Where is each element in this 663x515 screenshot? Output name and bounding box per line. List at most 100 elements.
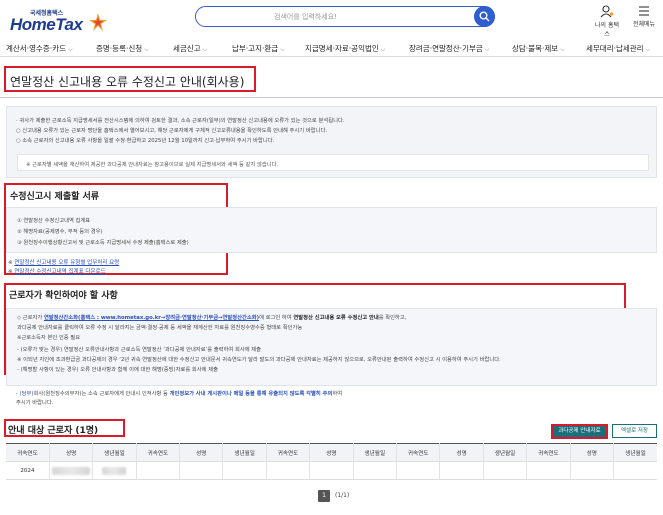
column-header: 생년월일: [613, 443, 657, 462]
check-line: ※ 이되년 지인에 조과환급금 과다공제의 경우 ‘2년 귀속 연말정산에 대한…: [17, 357, 501, 363]
column-header: 성명: [570, 443, 614, 462]
nav-item-payment[interactable]: 납부·고지·환급 ⌵: [232, 43, 285, 54]
check-box: ◇ 근로자가 연말정산간소화(홈택스 : www.hometax.go.kr→장…: [6, 308, 657, 386]
hamburger-icon: [639, 6, 649, 16]
user-icon: [600, 5, 614, 18]
excel-save-button[interactable]: 엑셀로 저장: [612, 424, 657, 438]
column-header: 성명: [309, 443, 354, 462]
column-header: 귀속연도: [396, 443, 441, 462]
check-title: 근로자가 확인하여야 할 사항: [9, 291, 118, 301]
column-header: 귀속연도: [136, 443, 181, 462]
docs-title: 수정신고시 제출할 서류: [10, 192, 100, 202]
check-line: ※근로소득자 본인 인증 필요: [17, 335, 81, 341]
table-cell: [483, 461, 528, 480]
header: 국세청홈택스 HomeTax 검색어를 입력하세요! 나의 홈택스 전체메뉴: [0, 0, 663, 38]
table-cell: [570, 461, 614, 480]
notice-line: ○ 소속 근로자의 신고내용 오류 사항을 일괄 수정·환급하고 2025년 1…: [16, 138, 275, 144]
logo-text: HomeTax: [10, 15, 83, 34]
column-header: 성명: [179, 443, 224, 462]
docs-item: ① 연말정산 수정신고내역 집계표: [17, 218, 91, 224]
chevron-down-icon: ⌵: [202, 46, 208, 53]
over-deduction-guide-button[interactable]: 과다공제 안내자료: [551, 424, 608, 439]
hometax-simplified-link[interactable]: 연말정산간소화(홈택스 : www.hometax.go.kr→장려금·연말정산…: [44, 315, 259, 321]
guide-link-line: ※ 연말정산 신고내용 오류 유형별 업무처리 요령: [8, 258, 119, 266]
nav-label: 세금신고: [173, 44, 201, 53]
search-button[interactable]: [474, 6, 495, 27]
nav-label: 상담·불복·제보: [512, 44, 559, 53]
table-cell: [222, 461, 267, 480]
nav-label: 세무대리·납세관리: [586, 44, 644, 53]
nav-label: 계산서·영수증·카드: [6, 44, 66, 53]
check-text: 에 로그인 하여: [259, 315, 294, 321]
table-cell: [136, 461, 181, 480]
nav-item-certificates[interactable]: 증명·등록·신청 ⌵: [96, 43, 149, 54]
warning-text: 회사(원천징수의무자)는 소속 근로자에게 안내시 인적사항 등: [33, 391, 170, 397]
check-emphasis: 연말정산 신고내용 오류 수정신고 안내: [293, 315, 379, 321]
check-text: ◇ 근로자가: [17, 315, 44, 321]
docs-item: ② 해명자료(공제영수, 부적 등의 경우): [17, 229, 103, 235]
nav-item-consult[interactable]: 상담·불복·제보 ⌵: [512, 43, 565, 54]
column-header: 생년월일: [92, 443, 137, 462]
nav-item-year-end[interactable]: 장려금·연말정산·기부금 ⌵: [409, 43, 489, 54]
workers-title: 안내 대상 근로자 (1명): [8, 426, 99, 436]
nav-item-receipts[interactable]: 계산서·영수증·카드 ⌵: [6, 43, 73, 54]
page-1-button[interactable]: 1: [318, 490, 330, 502]
column-header: 성명: [49, 443, 94, 462]
nav-item-tax-return[interactable]: 세금신고 ⌵: [173, 43, 207, 54]
my-hometax-button[interactable]: 나의 홈택스: [593, 5, 621, 38]
nav-item-agent[interactable]: 세무대리·납세관리 ⌵: [586, 43, 650, 54]
search-input[interactable]: 검색어를 입력하세요!: [274, 12, 337, 22]
docs-item: ③ 원천징수이행상황신고서 및 근로소득 지급명세서 수정 제출(홈택스로 제출…: [17, 240, 189, 246]
all-menu-button[interactable]: 전체메뉴: [630, 5, 658, 28]
nav-label: 납부·고지·환급: [232, 44, 279, 53]
warning-line: - (당부)회사(원천징수의무자)는 소속 근로자에게 안내시 인적사항 등 개…: [16, 389, 342, 397]
check-line: - (해명할 사항이 있는 경우) 오류 안내사항과 함께 이에 대한 해명(증…: [17, 367, 218, 373]
page-title-box: 연말정산 신고내용 오류 수정신고 안내(회사용): [4, 66, 256, 92]
main-navigation: 계산서·영수증·카드 ⌵ 증명·등록·신청 ⌵ 세금신고 ⌵ 납부·고지·환급 ⌵ 지급…: [0, 40, 663, 57]
hometax-logo[interactable]: 국세청홈택스 HomeTax: [10, 8, 130, 34]
chevron-down-icon: ⌵: [67, 46, 73, 53]
docs-list-box: ① 연말정산 수정신고내역 집계표 ② 해명자료(공제영수, 부적 등의 경우)…: [6, 207, 657, 253]
chevron-down-icon: ⌵: [484, 46, 490, 53]
column-header: 귀속연도: [6, 443, 50, 462]
column-header: 생년월일: [222, 443, 267, 462]
check-line: - (오류가 맞는 경우) 연말정산 오류안내사항과 근로소득 연말정산 ‘과다…: [17, 347, 262, 353]
table-cell: [309, 461, 354, 480]
table-row: 2024: [6, 461, 657, 480]
all-menu-label: 전체메뉴: [632, 21, 656, 28]
column-header: 성명: [439, 443, 484, 462]
notice-line: · 귀사가 제출한 근로소득 지급명세서를 전산시스템에 의하여 검토한 결과,…: [16, 118, 345, 124]
table-cell: [266, 461, 311, 480]
workers-table: 귀속연도 성명 생년월일 귀속연도 성명 생년월일 귀속연도 성명 생년월일 귀…: [6, 443, 657, 480]
logo-star-icon: [89, 13, 107, 31]
column-header: 생년월일: [483, 443, 528, 462]
my-hometax-label: 나의 홈택스: [595, 22, 619, 38]
table-header-row: 귀속연도 성명 생년월일 귀속연도 성명 생년월일 귀속연도 성명 생년월일 귀…: [6, 443, 657, 462]
nav-label: 지급명세·자료·공익법인: [305, 44, 379, 53]
chevron-down-icon: ⌵: [560, 46, 565, 53]
chevron-down-icon: ⌵: [380, 46, 386, 53]
table-cell: [353, 461, 398, 480]
check-line: ◇ 근로자가 연말정산간소화(홈택스 : www.hometax.go.kr→장…: [17, 313, 406, 321]
check-text: 를 확인하고,: [378, 315, 407, 321]
notice-inner-box: ※ 근로자별 세액을 재산하여 제공한 과다공제 안내자료는 참고용이므로 실제…: [17, 154, 649, 171]
column-header: 귀속연도: [526, 443, 571, 462]
table-cell-birth-redacted: [92, 461, 137, 480]
page-count: (1/1): [335, 492, 350, 499]
chevron-down-icon: ⌵: [645, 46, 651, 53]
table-cell-year: 2024: [6, 461, 50, 480]
column-header: 귀속연도: [266, 443, 311, 462]
error-guide-link[interactable]: 연말정산 신고내용 오류 유형별 업무처리 요령: [14, 260, 119, 266]
summary-download-link[interactable]: 연말정산 수정신고내역 집계표 다운로드: [14, 269, 105, 275]
nav-label: 장려금·연말정산·기부금: [409, 44, 483, 53]
column-header: 생년월일: [353, 443, 398, 462]
redacted-name: [52, 466, 91, 475]
table-cell: [396, 461, 441, 480]
divider: [0, 97, 663, 98]
search-bar[interactable]: 검색어를 입력하세요!: [195, 6, 495, 27]
download-link-line: ※ 연말정산 수정신고내역 집계표 다운로드: [8, 267, 106, 275]
notice-box: · 귀사가 제출한 근로소득 지급명세서를 전산시스템에 의하여 검토한 결과,…: [6, 106, 657, 178]
notice-inner-text: ※ 근로자별 세액을 재산하여 제공한 과다공제 안내자료는 참고용이므로 실제…: [26, 162, 279, 168]
nav-item-statements[interactable]: 지급명세·자료·공익법인 ⌵: [305, 43, 385, 54]
chevron-down-icon: ⌵: [144, 46, 149, 53]
